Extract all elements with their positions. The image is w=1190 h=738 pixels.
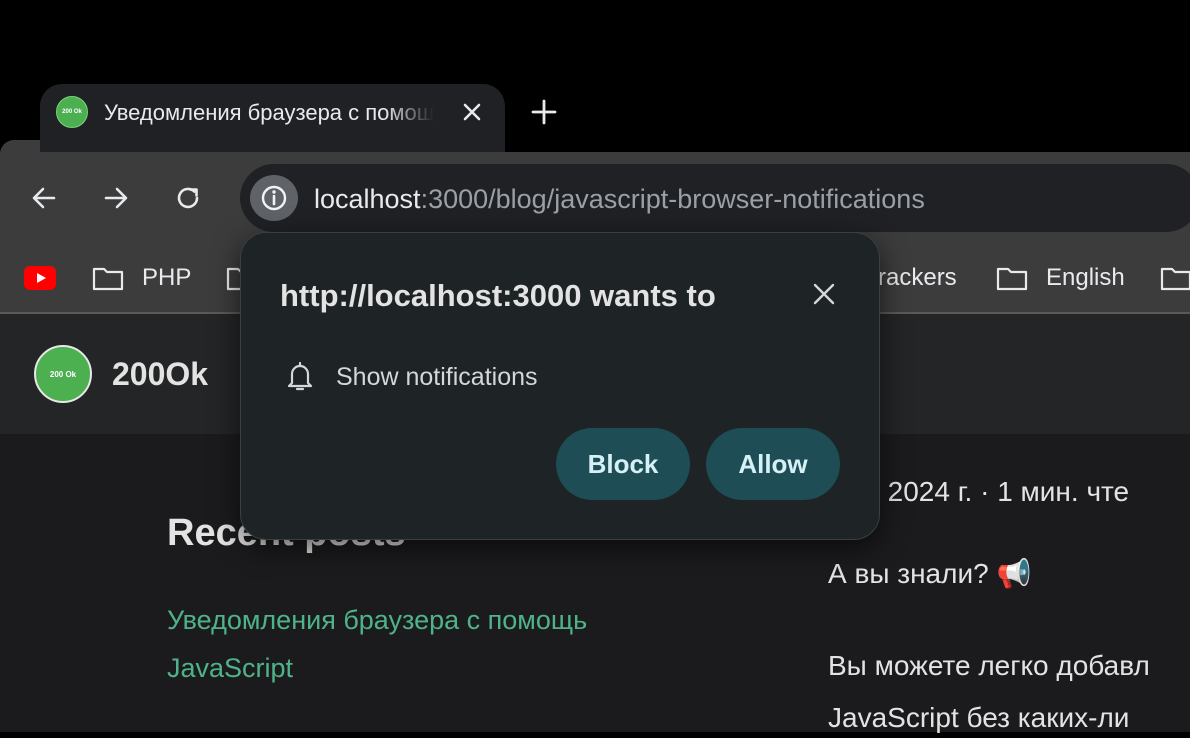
forward-icon[interactable] xyxy=(98,180,134,216)
url-path: :3000/blog/javascript-browser-notificati… xyxy=(420,184,925,214)
recent-post-link[interactable]: Уведомления браузера с помощь xyxy=(167,600,587,640)
tab-title: Уведомления браузера с помощью JavaScrip… xyxy=(104,100,434,125)
article-paragraph: JavaScript без каких-ли xyxy=(828,702,1130,733)
url-text[interactable]: localhost:3000/blog/javascript-browser-n… xyxy=(314,182,925,216)
bookmark-php[interactable]: PHP xyxy=(92,262,191,294)
block-button[interactable]: Block xyxy=(556,428,690,500)
new-tab-icon[interactable] xyxy=(528,96,560,128)
tab-close-icon[interactable] xyxy=(458,98,486,126)
bookmark-label: English xyxy=(1046,264,1125,291)
url-host: localhost xyxy=(314,184,421,214)
permission-label: Show notifications xyxy=(336,363,538,391)
folder-icon xyxy=(1160,267,1190,291)
active-tab[interactable]: 200 Ok Уведомления браузера с помощью Ja… xyxy=(40,84,505,156)
site-info-button[interactable] xyxy=(250,175,298,221)
youtube-icon[interactable] xyxy=(24,266,56,290)
allow-button[interactable]: Allow xyxy=(706,428,840,500)
back-icon[interactable] xyxy=(26,180,62,216)
bookmark-label: rackers xyxy=(878,264,957,291)
dialog-title: http://localhost:3000 wants to xyxy=(280,278,716,313)
bookmark-trackers[interactable]: rackers xyxy=(878,262,957,294)
bookmark-more-folder[interactable] xyxy=(1160,262,1190,294)
article-paragraph: А вы знали? 📢 xyxy=(828,558,1032,589)
close-icon[interactable] xyxy=(810,280,838,308)
tab-favicon: 200 Ok xyxy=(56,96,88,128)
folder-icon xyxy=(92,267,124,291)
reload-icon[interactable] xyxy=(170,180,206,216)
site-logo[interactable]: 200 Ok xyxy=(34,345,92,403)
recent-post-link[interactable]: JavaScript xyxy=(167,648,293,688)
folder-icon xyxy=(996,267,1028,291)
article-paragraph: Вы можете легко добавл xyxy=(828,650,1150,681)
info-icon xyxy=(261,185,287,211)
bookmark-english[interactable]: English xyxy=(996,262,1125,294)
bookmark-label: PHP xyxy=(142,264,192,291)
bell-icon xyxy=(287,361,313,391)
site-brand[interactable]: 200Ok xyxy=(112,354,208,394)
